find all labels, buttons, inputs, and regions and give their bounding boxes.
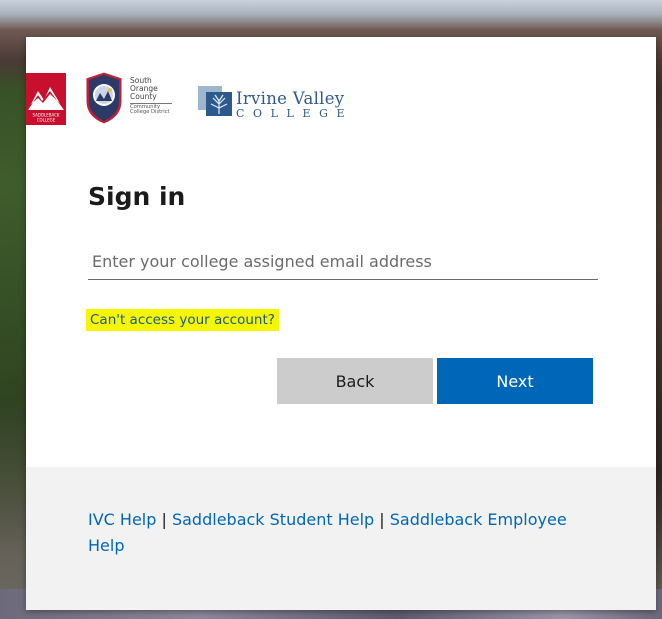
cant-access-account-link[interactable]: Can't access your account? <box>86 309 279 331</box>
ivc-logo-mark <box>198 86 232 116</box>
link-separator: | <box>374 510 390 529</box>
help-footer: IVC Help | Saddleback Student Help | Sad… <box>26 467 656 610</box>
next-button[interactable]: Next <box>437 358 593 404</box>
saddleback-student-help-link[interactable]: Saddleback Student Help <box>172 510 374 529</box>
socccd-small-2: College District <box>130 109 170 116</box>
help-links: IVC Help | Saddleback Student Help | Sad… <box>88 507 568 559</box>
page-title: Sign in <box>88 182 186 211</box>
ivc-help-link[interactable]: IVC Help <box>88 510 156 529</box>
socccd-seal-logo <box>85 71 123 125</box>
saddleback-college-logo: SADDLEBACK COLLEGE <box>26 73 66 125</box>
ivc-college-word: COLLEGE <box>236 107 354 120</box>
signin-card: SADDLEBACK COLLEGE South Orange County C… <box>26 37 656 610</box>
link-separator: | <box>156 510 172 529</box>
ivc-wordmark: Irvine Valley <box>236 89 345 108</box>
socccd-wordmark: South Orange County Community College Di… <box>130 76 178 116</box>
email-input[interactable] <box>88 243 598 280</box>
back-button[interactable]: Back <box>277 358 433 404</box>
socccd-line-3: County <box>130 92 157 102</box>
saddleback-wordmark-2: COLLEGE <box>37 118 56 123</box>
